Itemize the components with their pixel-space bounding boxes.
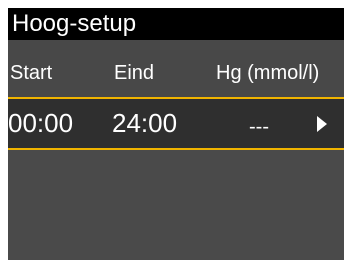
title-bar: Hoog-setup (8, 8, 344, 40)
column-header-hg: Hg (mmol/l) (216, 62, 320, 84)
column-header-start: Start (10, 62, 53, 84)
row-hg-value: --- (249, 116, 269, 138)
empty-list-area (8, 150, 344, 260)
table-row[interactable]: 00:00 24:00 --- (8, 97, 344, 150)
column-header-eind: Eind (114, 62, 155, 84)
table-header: Start Eind Hg (mmol/l) (8, 40, 344, 97)
screen-title: Hoog-setup (12, 10, 137, 37)
row-start-time: 00:00 (8, 108, 74, 138)
pump-screen: Hoog-setup Start Eind Hg (mmol/l) 00:00 … (8, 8, 344, 260)
row-end-time: 24:00 (112, 108, 178, 138)
chevron-right-icon[interactable] (317, 116, 327, 132)
